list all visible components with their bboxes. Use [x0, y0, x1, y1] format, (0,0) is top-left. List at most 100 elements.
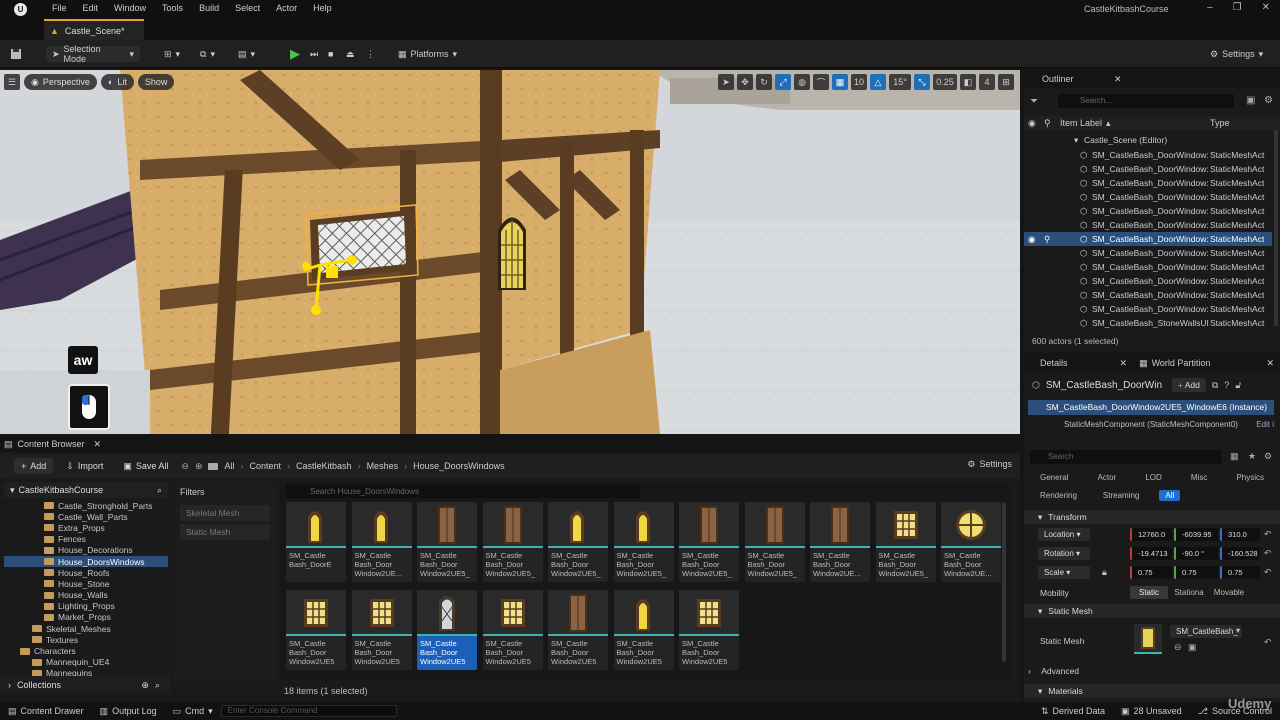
static-mesh-picker[interactable]: SM_CastleBash_: [1170, 625, 1242, 638]
column-item-label[interactable]: Item Label: [1060, 118, 1102, 128]
outliner-row[interactable]: ⬡ SM_CastleBash_DoorWindow: StaticMeshAct: [1024, 288, 1272, 302]
breadcrumb-content[interactable]: Content: [250, 461, 282, 471]
play-icon[interactable]: ▶: [290, 46, 300, 62]
gear-icon[interactable]: ⚙: [1264, 451, 1272, 462]
rotation-y-input[interactable]: -90.0 °: [1174, 547, 1218, 560]
blueprint-icon[interactable]: ⧉ ▾: [200, 46, 215, 62]
tree-item[interactable]: Extra_Props: [4, 522, 168, 533]
outliner-row[interactable]: ⬡ SM_CastleBash_DoorWindow: StaticMeshAct: [1024, 218, 1272, 232]
reset-mesh-icon[interactable]: ↶: [1264, 637, 1272, 648]
console-input[interactable]: Enter Console Command: [220, 705, 397, 717]
reset-location-icon[interactable]: ↶: [1264, 529, 1272, 540]
outliner-tab[interactable]: Outliner ✕: [1024, 70, 1280, 88]
asset-tile[interactable]: SM_Castle Bash_Door Window2UE5: [351, 590, 412, 670]
outliner-search-input[interactable]: Search...: [1058, 94, 1234, 108]
add-actor-icon[interactable]: ⊞ ▾: [164, 46, 180, 62]
instance-row[interactable]: SM_CastleBash_DoorWindow2UE5_WindowE6 (I…: [1028, 400, 1274, 415]
tree-item[interactable]: Castle_Wall_Parts: [4, 511, 168, 522]
search-icon[interactable]: ⌕: [155, 680, 160, 691]
camera-speed-icon[interactable]: ◧: [960, 74, 976, 90]
category-lod[interactable]: LOD: [1139, 472, 1167, 483]
tree-item[interactable]: House_Walls: [4, 590, 168, 601]
category-physics[interactable]: Physics: [1230, 472, 1270, 483]
scale-x-input[interactable]: 0.75: [1130, 566, 1172, 579]
translate-tool-icon[interactable]: ✥: [737, 74, 753, 90]
asset-tile[interactable]: SM_Castle Bash_Door Window2UE5: [613, 590, 674, 670]
hamburger-menu-icon[interactable]: ☰: [4, 74, 20, 90]
menu-file[interactable]: File: [44, 3, 75, 13]
scale-snap-value[interactable]: 0.25: [933, 74, 957, 90]
outliner-row[interactable]: ⬡ SM_CastleBash_DoorWindow: StaticMeshAct: [1024, 260, 1272, 274]
breadcrumb-all[interactable]: All: [224, 461, 234, 471]
column-type[interactable]: Type: [1210, 118, 1230, 128]
outliner-scene-row[interactable]: ▾ Castle_Scene (Editor): [1024, 133, 1272, 147]
menu-window[interactable]: Window: [106, 3, 154, 13]
menu-build[interactable]: Build: [191, 3, 227, 13]
outliner-scrollbar[interactable]: [1274, 130, 1278, 326]
tab-castle-scene[interactable]: ▲ Castle_Scene*: [44, 19, 144, 40]
asset-tile[interactable]: SM_Castle Bash_Door Window2UE5_: [417, 502, 477, 582]
category-general[interactable]: General: [1034, 472, 1074, 483]
scale-z-input[interactable]: 0.75: [1220, 566, 1260, 579]
history-forward-icon[interactable]: ⊕: [195, 461, 203, 472]
visibility-icon[interactable]: ◉: [1028, 118, 1036, 129]
rotation-snap-icon[interactable]: △: [870, 74, 886, 90]
help-icon[interactable]: ?: [1224, 380, 1229, 390]
advanced-row[interactable]: › Advanced: [1028, 666, 1079, 676]
chevron-down-icon[interactable]: ▾: [1236, 626, 1240, 635]
outliner-row[interactable]: ◉ ⚲ ⬡ SM_CastleBash_DoorWindow: StaticMeshAc…: [1024, 232, 1272, 246]
asset-tile[interactable]: SM_Castle Bash_Door Window2UE...: [810, 502, 870, 582]
tree-item[interactable]: Characters: [4, 645, 168, 656]
category-misc[interactable]: Misc: [1185, 472, 1213, 483]
tree-item[interactable]: House_DoorsWindows: [4, 555, 168, 568]
step-icon[interactable]: ⏭: [310, 46, 318, 62]
content-browser-settings-button[interactable]: ⚙ Settings: [967, 459, 1012, 470]
maximize-icon[interactable]: ❐: [1233, 2, 1242, 13]
outliner-row[interactable]: ⬡ SM_CastleBash_DoorWindow: StaticMeshAct: [1024, 204, 1272, 218]
add-folder-icon[interactable]: ▣: [1246, 95, 1255, 106]
tree-item[interactable]: Lighting_Props: [4, 601, 168, 612]
tree-item[interactable]: Skeletal_Meshes: [4, 623, 168, 634]
use-selected-icon[interactable]: ⊖: [1174, 642, 1182, 653]
gear-icon[interactable]: ⚙: [1264, 95, 1273, 106]
maximize-viewport-icon[interactable]: ⊞: [998, 74, 1014, 90]
tab-details[interactable]: Details: [1040, 358, 1068, 368]
asset-tile[interactable]: SM_Castle Bash_Door Window2UE5: [482, 590, 543, 670]
outliner-row[interactable]: ⬡ SM_CastleBash_DoorWindow: StaticMeshAct: [1024, 246, 1272, 260]
perspective-button[interactable]: ◉ Perspective: [24, 74, 97, 90]
breadcrumb-meshes[interactable]: Meshes: [367, 461, 399, 471]
add-collection-icon[interactable]: ⊕: [141, 680, 149, 691]
eject-icon[interactable]: ⏏: [346, 46, 355, 62]
component-row[interactable]: StaticMeshComponent (StaticMeshComponent…: [1028, 418, 1278, 431]
stop-icon[interactable]: ■: [328, 46, 333, 62]
lit-button[interactable]: ◐ Lit: [100, 74, 134, 90]
asset-tile[interactable]: SM_Castle Bash_Door Window2UE5_: [482, 502, 543, 582]
save-all-button[interactable]: ▣ Save All: [116, 458, 175, 475]
edit-component-link[interactable]: Edit i: [1256, 418, 1274, 431]
asset-tile[interactable]: SM_Castle Bash_Door Window2UE5_: [613, 502, 674, 582]
level-viewport[interactable]: ☰ ◉ Perspective ◐ Lit Show ➤ ✥ ↻ ⤢ ◍ ⌒ ▦…: [0, 70, 1020, 434]
breadcrumb-house-doorswindows[interactable]: House_DoorsWindows: [413, 461, 505, 471]
close-icon[interactable]: ✕: [1120, 358, 1128, 369]
menu-actor[interactable]: Actor: [268, 3, 305, 13]
content-drawer-button[interactable]: ▤ Content Drawer: [0, 706, 92, 717]
asset-tile[interactable]: SM_Castle Bash_Door Window2UE...: [351, 502, 412, 582]
surface-snap-icon[interactable]: ⌒: [813, 74, 829, 90]
mobility-static[interactable]: Static: [1130, 586, 1168, 599]
asset-tile[interactable]: SM_Castle Bash_Door Window2UE5: [286, 590, 346, 670]
location-dropdown[interactable]: Location ▾: [1038, 528, 1090, 541]
mobility-movable[interactable]: Movable: [1210, 586, 1248, 599]
asset-tile[interactable]: SM_Castle Bash_Door Window2UE5: [417, 590, 477, 670]
property-matrix-icon[interactable]: ▦: [1230, 451, 1239, 462]
category-streaming[interactable]: Streaming: [1097, 490, 1145, 501]
grid-snap-icon[interactable]: ▦: [832, 74, 848, 90]
asset-tile[interactable]: SM_Castle Bash_Door Window2UE5: [548, 590, 608, 670]
tree-item[interactable]: Castle_Stronghold_Parts: [4, 500, 168, 511]
actor-name-field[interactable]: SM_CastleBash_DoorWin: [1046, 380, 1166, 391]
rotation-z-input[interactable]: -160.528: [1220, 547, 1260, 560]
scale-dropdown[interactable]: Scale ▾: [1038, 566, 1090, 579]
reset-scale-icon[interactable]: ↶: [1264, 567, 1272, 578]
scale-tool-icon[interactable]: ⤢: [775, 74, 791, 90]
add-component-button[interactable]: + Add: [1171, 378, 1206, 392]
tab-content-browser[interactable]: ▤ Content Browser ✕: [4, 436, 101, 452]
